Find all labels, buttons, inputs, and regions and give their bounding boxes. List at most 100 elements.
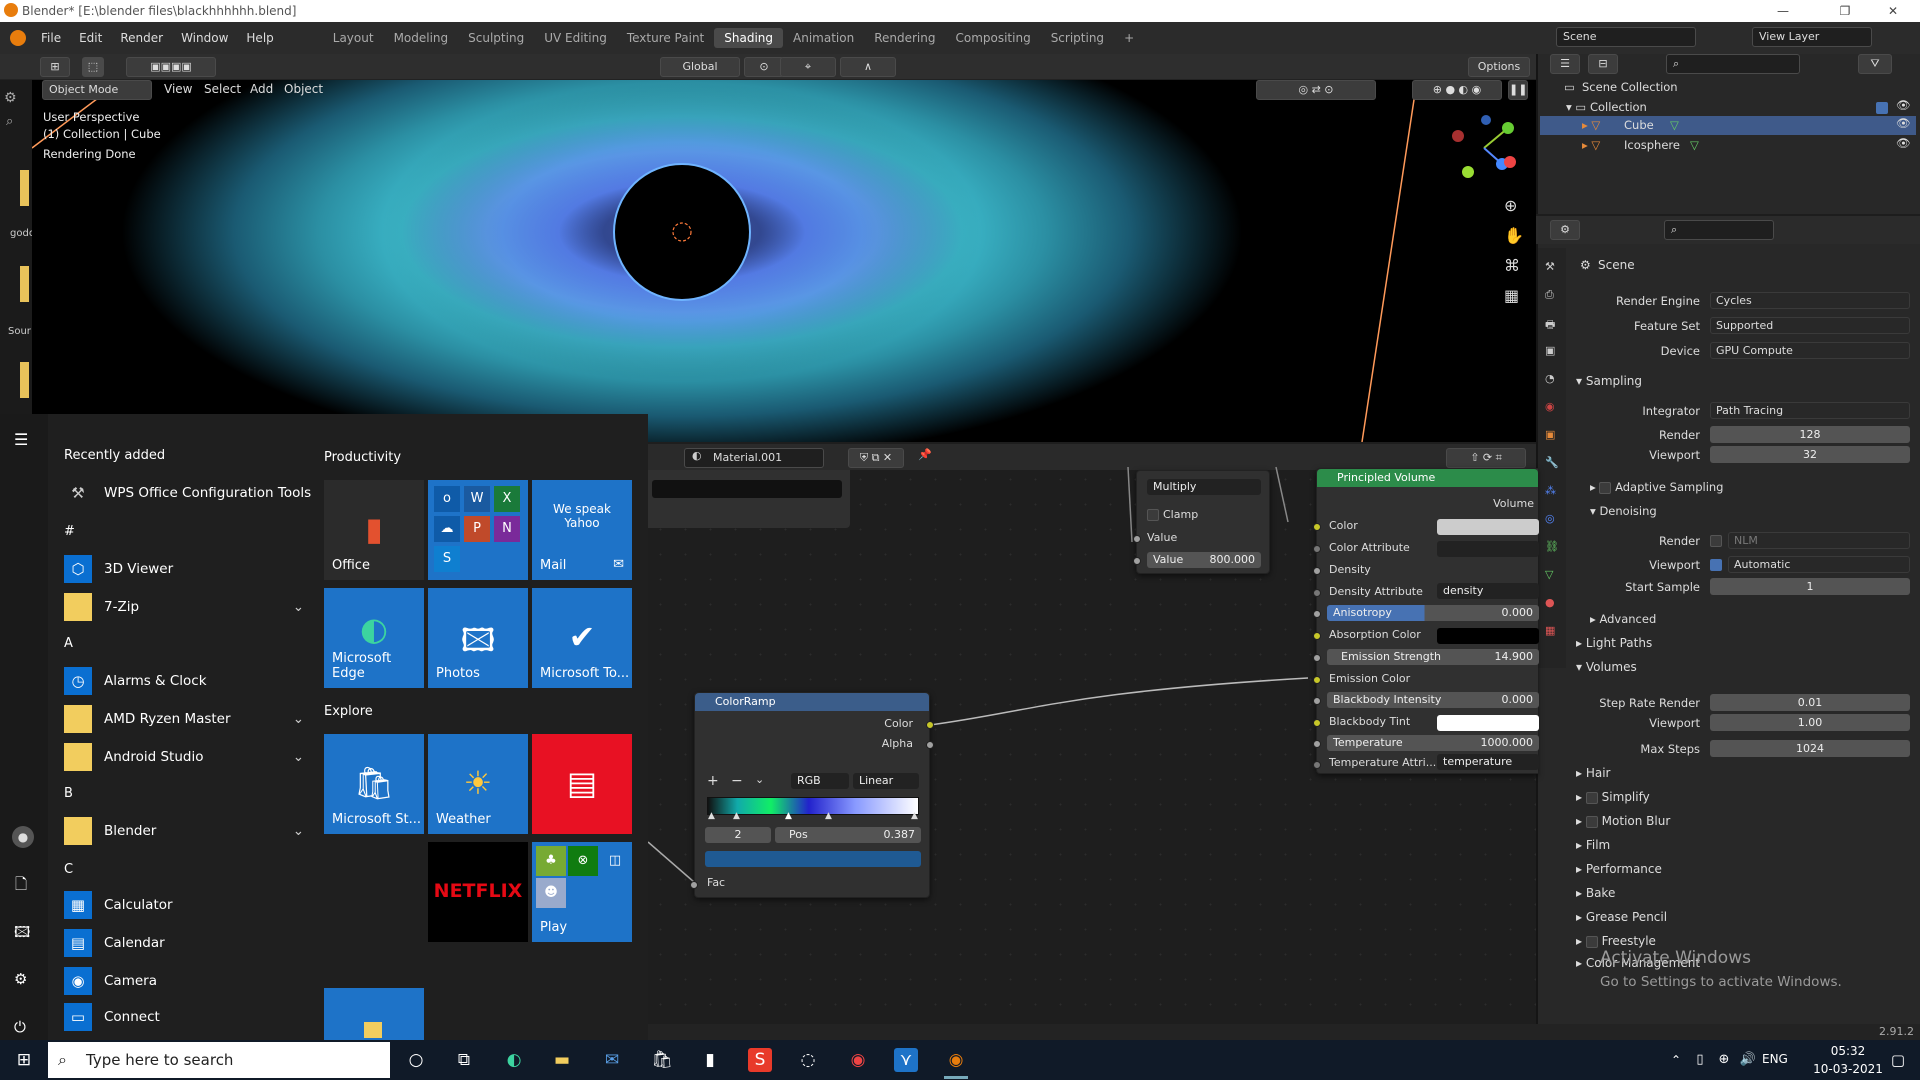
tab-animation[interactable]: Animation (783, 28, 864, 48)
display-mode-icon[interactable]: ⊟ (1588, 54, 1618, 74)
add-workspace-icon[interactable]: + (1114, 28, 1144, 48)
eye-icon[interactable]: 👁 (1896, 136, 1911, 150)
letter-heading[interactable]: C (64, 862, 73, 877)
interpolation-dropdown[interactable]: Linear (853, 773, 919, 789)
step-rate-field[interactable]: 0.01 (1710, 694, 1910, 711)
material-tab-icon[interactable]: ● (1545, 596, 1555, 609)
navigation-gizmo[interactable] (1448, 112, 1518, 182)
view-layer-tab-icon[interactable]: ▣ (1545, 344, 1555, 357)
hair-section[interactable]: ▸ Hair (1576, 766, 1611, 780)
options-dropdown[interactable]: Options (1468, 57, 1530, 77)
tab-layout[interactable]: Layout (323, 28, 384, 48)
select-mode-icons[interactable]: ▣▣▣▣ (126, 57, 216, 77)
app-connect[interactable]: ▭ Connect (64, 1000, 160, 1034)
tab-sculpting[interactable]: Sculpting (458, 28, 534, 48)
shading-mode-icons[interactable]: ⊕ ● ◐ ◉ (1412, 80, 1502, 100)
light-paths-section[interactable]: ▸ Light Paths (1576, 636, 1652, 650)
performance-section[interactable]: ▸ Performance (1576, 862, 1662, 876)
string-socket[interactable] (1313, 589, 1321, 597)
menu-file[interactable]: File (32, 31, 70, 45)
data-tab-icon[interactable]: ▽ (1545, 568, 1553, 581)
volumes-section[interactable]: ▾ Volumes (1576, 660, 1637, 674)
eye-icon[interactable]: 👁 (1896, 98, 1911, 112)
orientation-dropdown[interactable]: Global (660, 57, 740, 77)
network-icon[interactable]: ▯ (1688, 1048, 1712, 1072)
blackbody-tint-swatch[interactable] (1437, 715, 1539, 731)
clamp-checkbox[interactable] (1147, 509, 1159, 521)
edge-icon[interactable]: ◐ (502, 1048, 526, 1072)
pan-hand-icon[interactable]: ✋ (1504, 226, 1524, 245)
chevron-down-icon[interactable]: ⌄ (755, 773, 764, 786)
vscode-icon[interactable]: ⋎ (894, 1048, 918, 1072)
value-socket[interactable] (1133, 557, 1141, 565)
color-swatch[interactable] (1437, 519, 1539, 535)
anisotropy-field[interactable]: Anisotropy 0.000 (1327, 605, 1539, 621)
letter-heading[interactable]: # (64, 524, 75, 539)
3d-viewport[interactable] (32, 80, 1536, 442)
stop-index-field[interactable]: 2 (705, 827, 771, 843)
tile-weather[interactable]: ☀ Weather (428, 734, 528, 834)
tile-todo[interactable]: ✔ Microsoft To... (532, 588, 632, 688)
blackbody-intensity-field[interactable]: Blackbody Intensity 0.000 (1327, 692, 1539, 708)
ramp-stop-handle[interactable]: ▲ (785, 811, 792, 821)
power-icon[interactable]: ⏻ (14, 1018, 26, 1036)
tile-netflix[interactable]: NETFLIX (428, 842, 528, 942)
render-engine-dropdown[interactable]: Cycles (1710, 292, 1910, 309)
maximize-icon[interactable]: ❐ (1822, 0, 1868, 22)
cortana-icon[interactable]: ○ (404, 1048, 428, 1072)
math-op-dropdown[interactable]: Multiply (1147, 479, 1261, 495)
select-tool-icon[interactable]: ⬚ (82, 57, 104, 77)
editor-type-icon[interactable]: ☰ (1550, 54, 1580, 74)
fac-input-socket[interactable] (690, 881, 698, 889)
integrator-dropdown[interactable]: Path Tracing (1710, 402, 1910, 419)
alpha-output-socket[interactable] (926, 741, 934, 749)
language-indicator[interactable]: ENG (1762, 1052, 1788, 1066)
unity-icon[interactable]: ◌ (796, 1048, 820, 1072)
color-output-socket[interactable] (926, 721, 934, 729)
tile-edge[interactable]: ◐ Microsoft Edge (324, 588, 424, 688)
chrome-icon[interactable]: ◉ (846, 1048, 870, 1072)
snap-icon[interactable]: ⌖ (780, 57, 836, 77)
value-field[interactable]: Value 800.000 (1147, 552, 1261, 568)
mode-dropdown[interactable]: Object Mode (42, 80, 152, 100)
mail-icon[interactable]: ✉ (600, 1048, 624, 1072)
physics-tab-icon[interactable]: ◎ (1545, 512, 1555, 525)
viewport-menu-view[interactable]: View (164, 82, 192, 96)
viewport-samples-field[interactable]: 32 (1710, 446, 1910, 463)
principled-volume-node[interactable]: Principled Volume Volume Color Color Att… (1313, 468, 1539, 774)
tile-news[interactable]: ▤ (532, 734, 632, 834)
blender-menu-icon[interactable] (10, 30, 26, 46)
tile-office[interactable]: ▮ Office (324, 480, 424, 580)
denoise-render-dropdown[interactable]: NLM (1728, 532, 1910, 549)
file-explorer-icon[interactable]: ▬ (550, 1048, 574, 1072)
grid-icon[interactable]: ▦ (1504, 286, 1519, 305)
wps-icon[interactable]: S (748, 1048, 772, 1072)
viewport-menu-select[interactable]: Select (204, 82, 241, 96)
color-attribute-field[interactable] (1437, 541, 1539, 557)
hamburger-icon[interactable]: ☰ (14, 430, 28, 449)
menu-render[interactable]: Render (111, 31, 172, 45)
particles-tab-icon[interactable]: ⁂ (1545, 484, 1556, 497)
absorption-color-swatch[interactable] (1437, 628, 1539, 644)
app-3d-viewer[interactable]: ⬡ 3D Viewer (64, 552, 173, 586)
globe-icon[interactable]: ⊕ (1712, 1048, 1736, 1072)
density-socket[interactable] (1313, 567, 1321, 575)
start-sample-field[interactable]: 1 (1710, 578, 1910, 595)
emission-strength-socket[interactable] (1313, 654, 1321, 662)
colorramp-node[interactable]: ColorRamp Color Alpha + − ⌄ RGB Linear ▲… (690, 692, 934, 898)
letter-heading[interactable]: B (64, 786, 73, 801)
freestyle-section[interactable]: ▸ Freestyle (1576, 934, 1656, 948)
chevron-down-icon[interactable]: ⌄ (293, 599, 304, 615)
app-alarms-clock[interactable]: ◷ Alarms & Clock (64, 664, 207, 698)
clock-date[interactable]: 10-03-2021 (1810, 1062, 1886, 1076)
app-blender[interactable]: Blender ⌄ (64, 814, 304, 848)
stop-color-swatch[interactable] (705, 851, 921, 867)
scene-tab-icon[interactable]: ◔ (1545, 372, 1555, 385)
temperature-field[interactable]: Temperature 1000.000 (1327, 735, 1539, 751)
denoise-render-checkbox[interactable] (1710, 535, 1722, 547)
task-view-icon[interactable]: ⧉ (452, 1048, 476, 1072)
bake-section[interactable]: ▸ Bake (1576, 886, 1615, 900)
visibility-gizmo-icons[interactable]: ◎ ⇄ ⊙ (1256, 80, 1376, 100)
search-icon[interactable]: ⌕ (6, 114, 13, 129)
emission-strength-field[interactable]: Emission Strength 14.900 (1327, 649, 1539, 665)
